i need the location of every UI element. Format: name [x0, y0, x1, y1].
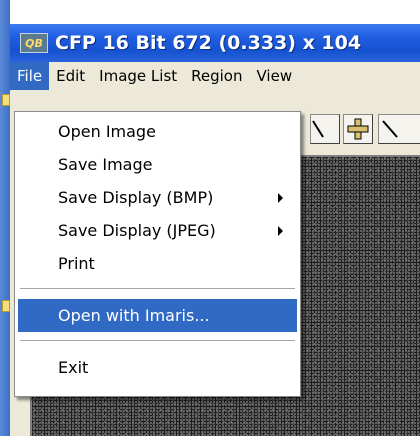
menu-save-display-jpeg[interactable]: Save Display (JPEG): [15, 214, 300, 247]
menu-bar: File Edit Image List Region View: [10, 62, 420, 90]
menu-item-label: Save Display (JPEG): [58, 221, 216, 240]
menu-view[interactable]: View: [250, 62, 300, 90]
title-bar[interactable]: QB CFP 16 Bit 672 (0.333) x 104: [10, 24, 420, 62]
app-window: QB CFP 16 Bit 672 (0.333) x 104 File Edi…: [0, 0, 420, 436]
menu-item-label: Save Display (BMP): [58, 188, 214, 207]
partial-tool-button[interactable]: [310, 114, 340, 144]
edge-marker: [2, 94, 10, 106]
menu-item-label: Open with Imaris...: [58, 306, 210, 325]
crosshair-plus-icon: [347, 118, 369, 140]
menu-item-label: Open Image: [58, 122, 156, 141]
menu-open-image[interactable]: Open Image: [15, 115, 300, 148]
menu-save-display-bmp[interactable]: Save Display (BMP): [15, 181, 300, 214]
window-title: CFP 16 Bit 672 (0.333) x 104: [55, 32, 362, 54]
edge-marker: [2, 300, 10, 312]
menu-image-list[interactable]: Image List: [92, 62, 184, 90]
submenu-arrow-icon: [278, 193, 283, 203]
menu-open-with-imaris[interactable]: Open with Imaris...: [18, 299, 297, 332]
file-menu-dropdown: Open Image Save Image Save Display (BMP)…: [14, 111, 301, 397]
menu-separator: [20, 340, 295, 343]
menu-edit[interactable]: Edit: [49, 62, 92, 90]
submenu-arrow-icon: [278, 226, 283, 236]
menu-print[interactable]: Print: [15, 247, 300, 280]
menu-file[interactable]: File: [10, 62, 50, 90]
menu-separator: [20, 288, 295, 291]
menu-item-label: Exit: [58, 358, 89, 377]
desktop-left-edge: [0, 0, 10, 436]
menu-exit[interactable]: Exit: [15, 351, 300, 384]
crosshair-tool-button[interactable]: [343, 114, 373, 144]
menu-item-label: Print: [58, 254, 95, 273]
line-tool-icon: [382, 120, 398, 138]
menu-item-label: Save Image: [58, 155, 153, 174]
app-icon[interactable]: QB: [20, 33, 48, 53]
line-tool-button[interactable]: [378, 114, 420, 144]
menu-region[interactable]: Region: [184, 62, 249, 90]
menu-save-image[interactable]: Save Image: [15, 148, 300, 181]
partial-button-icon: [312, 120, 324, 138]
